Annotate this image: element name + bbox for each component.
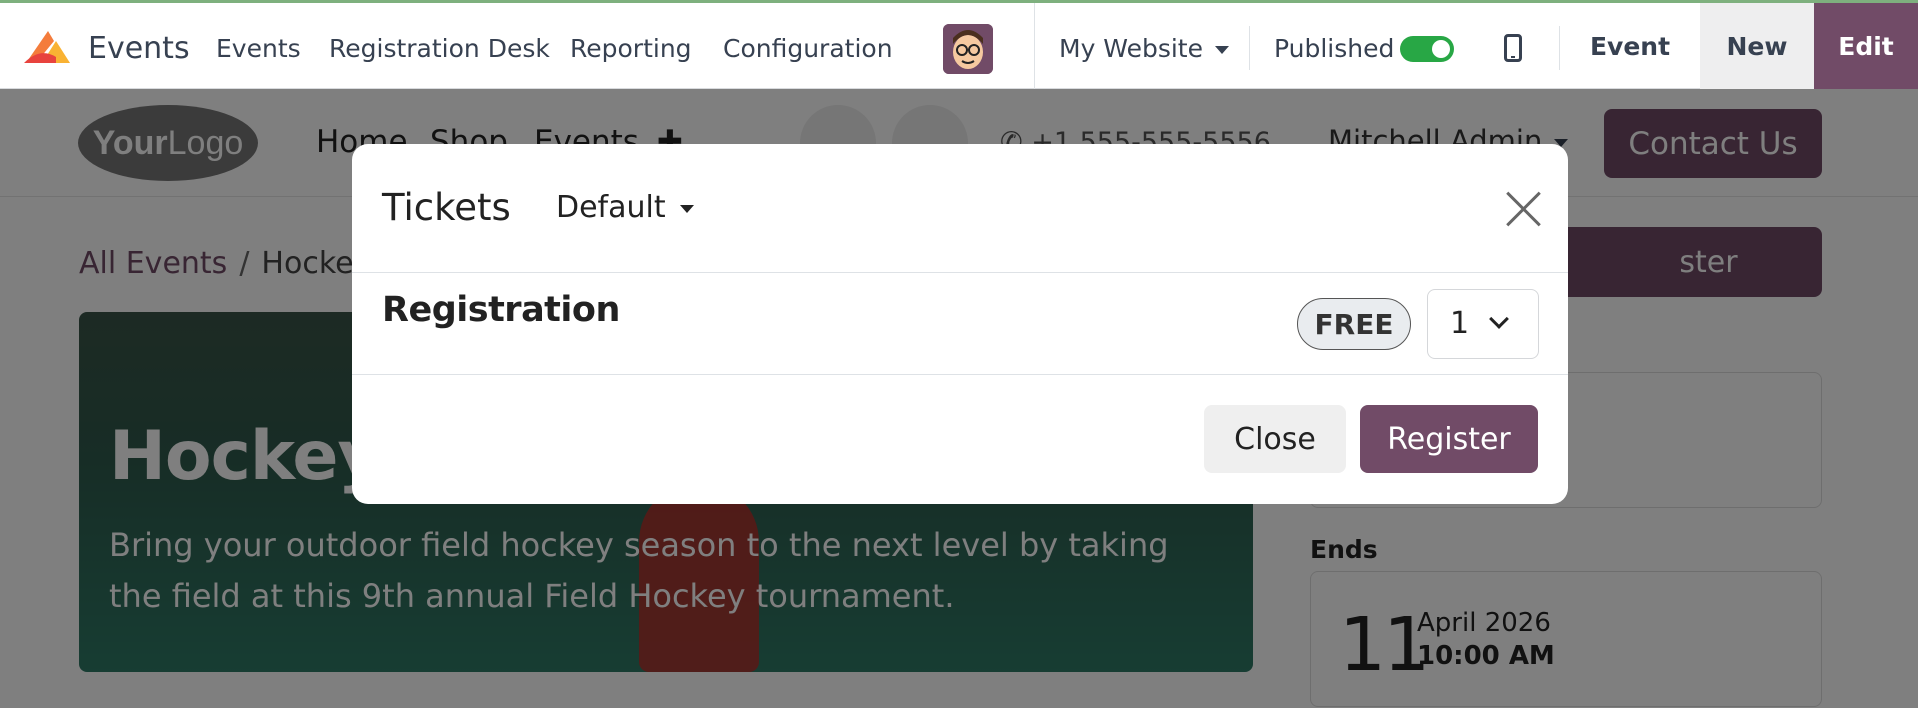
menu-configuration[interactable]: Configuration	[723, 34, 893, 63]
register-button[interactable]: Register	[1360, 405, 1538, 473]
quantity-select[interactable]: 1	[1427, 289, 1539, 359]
odoo-top-bar: Events Events Registration Desk Reportin…	[0, 0, 1918, 89]
menu-registration-desk[interactable]: Registration Desk	[329, 34, 550, 63]
divider	[352, 272, 1568, 273]
modal-title: Tickets	[382, 186, 511, 229]
app-name[interactable]: Events	[88, 31, 190, 66]
chevron-down-icon	[679, 204, 694, 213]
close-icon[interactable]	[1504, 190, 1544, 230]
quantity-value: 1	[1450, 306, 1470, 341]
pricelist-selector[interactable]: Default	[556, 190, 694, 225]
user-avatar[interactable]	[943, 24, 993, 74]
divider	[1249, 26, 1250, 70]
event-backend-button[interactable]: Event	[1560, 3, 1700, 89]
tickets-modal: Tickets Default Registration FREE 1 Clos…	[352, 144, 1568, 504]
close-button[interactable]: Close	[1204, 405, 1346, 473]
chevron-down-icon	[1489, 309, 1509, 329]
menu-events[interactable]: Events	[216, 34, 301, 63]
published-toggle[interactable]	[1400, 36, 1454, 62]
new-button[interactable]: New	[1700, 3, 1814, 89]
website-selector[interactable]: My Website	[1059, 34, 1229, 63]
divider	[352, 374, 1568, 375]
ticket-name: Registration	[382, 290, 620, 330]
edit-button[interactable]: Edit	[1814, 3, 1918, 89]
mobile-preview-icon[interactable]	[1504, 34, 1522, 62]
menu-reporting[interactable]: Reporting	[570, 34, 692, 63]
price-badge: FREE	[1297, 298, 1411, 350]
events-app-icon[interactable]	[22, 27, 74, 67]
divider	[1034, 3, 1035, 89]
chevron-down-icon	[1214, 46, 1229, 54]
avatar-face-icon	[943, 24, 993, 74]
published-label: Published	[1274, 34, 1395, 63]
